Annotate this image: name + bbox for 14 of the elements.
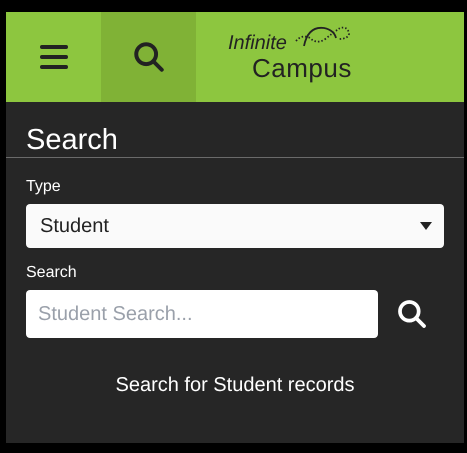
search-icon — [132, 40, 166, 74]
caret-icon — [420, 222, 432, 230]
logo-text: Campus — [252, 54, 352, 82]
panel-title: Search — [6, 102, 464, 158]
search-field[interactable]: Student Search... — [26, 290, 378, 338]
menu-icon — [38, 44, 68, 70]
logo-text: Infinite — [228, 32, 287, 54]
field-label: Type — [26, 178, 62, 196]
search-icon — [396, 298, 428, 330]
search-button[interactable] — [396, 298, 428, 330]
search-button[interactable] — [101, 12, 196, 102]
search-hint: Search for Student records — [114, 374, 356, 397]
type-dropdown[interactable]: Student — [26, 204, 444, 248]
field-label: Search — [26, 264, 78, 282]
